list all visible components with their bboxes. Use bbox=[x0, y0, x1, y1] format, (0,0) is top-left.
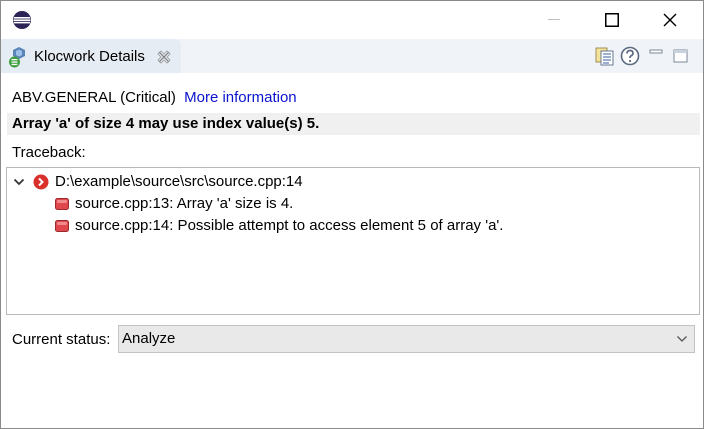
current-status-select[interactable]: Analyze bbox=[118, 325, 695, 353]
maximize-icon bbox=[605, 13, 619, 27]
minimize-icon bbox=[548, 19, 560, 20]
tab-klocwork-details[interactable]: Klocwork Details bbox=[1, 39, 181, 73]
issue-message: Array 'a' of size 4 may use index value(… bbox=[7, 113, 700, 135]
trace-step-label: source.cpp:14: Possible attempt to acces… bbox=[75, 217, 504, 234]
tab-label: Klocwork Details bbox=[34, 48, 145, 65]
view-tab-strip: Klocwork Details bbox=[1, 39, 703, 73]
error-icon bbox=[33, 174, 49, 190]
list-item[interactable]: source.cpp:13: Array 'a' size is 4. bbox=[7, 193, 697, 215]
klocwork-icon bbox=[9, 47, 25, 68]
list-item[interactable]: source.cpp:14: Possible attempt to acces… bbox=[7, 215, 697, 237]
trace-marker-icon bbox=[55, 220, 69, 232]
trace-marker-icon bbox=[55, 198, 69, 210]
trace-step-label: source.cpp:13: Array 'a' size is 4. bbox=[75, 195, 294, 212]
issue-rule-line: ABV.GENERAL (Critical) More information bbox=[12, 89, 297, 106]
tab-close-icon[interactable] bbox=[157, 50, 171, 64]
window-close-button[interactable] bbox=[641, 1, 699, 39]
traceback-tree[interactable]: D:\example\source\src\source.cpp:14 sour… bbox=[6, 167, 700, 315]
minimize-view-icon[interactable] bbox=[646, 45, 668, 67]
klocwork-window: Klocwork Details ABV.GENERAL (Critical) … bbox=[0, 0, 704, 429]
chevron-down-icon bbox=[677, 336, 687, 342]
window-minimize-button[interactable] bbox=[525, 1, 583, 39]
traceback-label: Traceback: bbox=[12, 144, 86, 161]
issue-rule: ABV.GENERAL (Critical) bbox=[12, 89, 176, 106]
document-list-icon[interactable] bbox=[594, 45, 616, 67]
traceback-root-row[interactable]: D:\example\source\src\source.cpp:14 bbox=[7, 171, 697, 193]
details-panel: ABV.GENERAL (Critical) More information … bbox=[1, 73, 703, 428]
traceback-root-label: D:\example\source\src\source.cpp:14 bbox=[55, 173, 303, 190]
eclipse-icon bbox=[13, 11, 31, 29]
more-information-link[interactable]: More information bbox=[184, 89, 297, 106]
chevron-down-icon[interactable] bbox=[13, 176, 25, 188]
window-maximize-button[interactable] bbox=[583, 1, 641, 39]
current-status-value: Analyze bbox=[122, 330, 176, 347]
close-icon bbox=[663, 13, 677, 27]
maximize-view-icon[interactable] bbox=[670, 45, 692, 67]
help-icon[interactable] bbox=[619, 45, 641, 67]
title-bar bbox=[1, 1, 703, 39]
current-status-label: Current status: bbox=[12, 331, 111, 348]
